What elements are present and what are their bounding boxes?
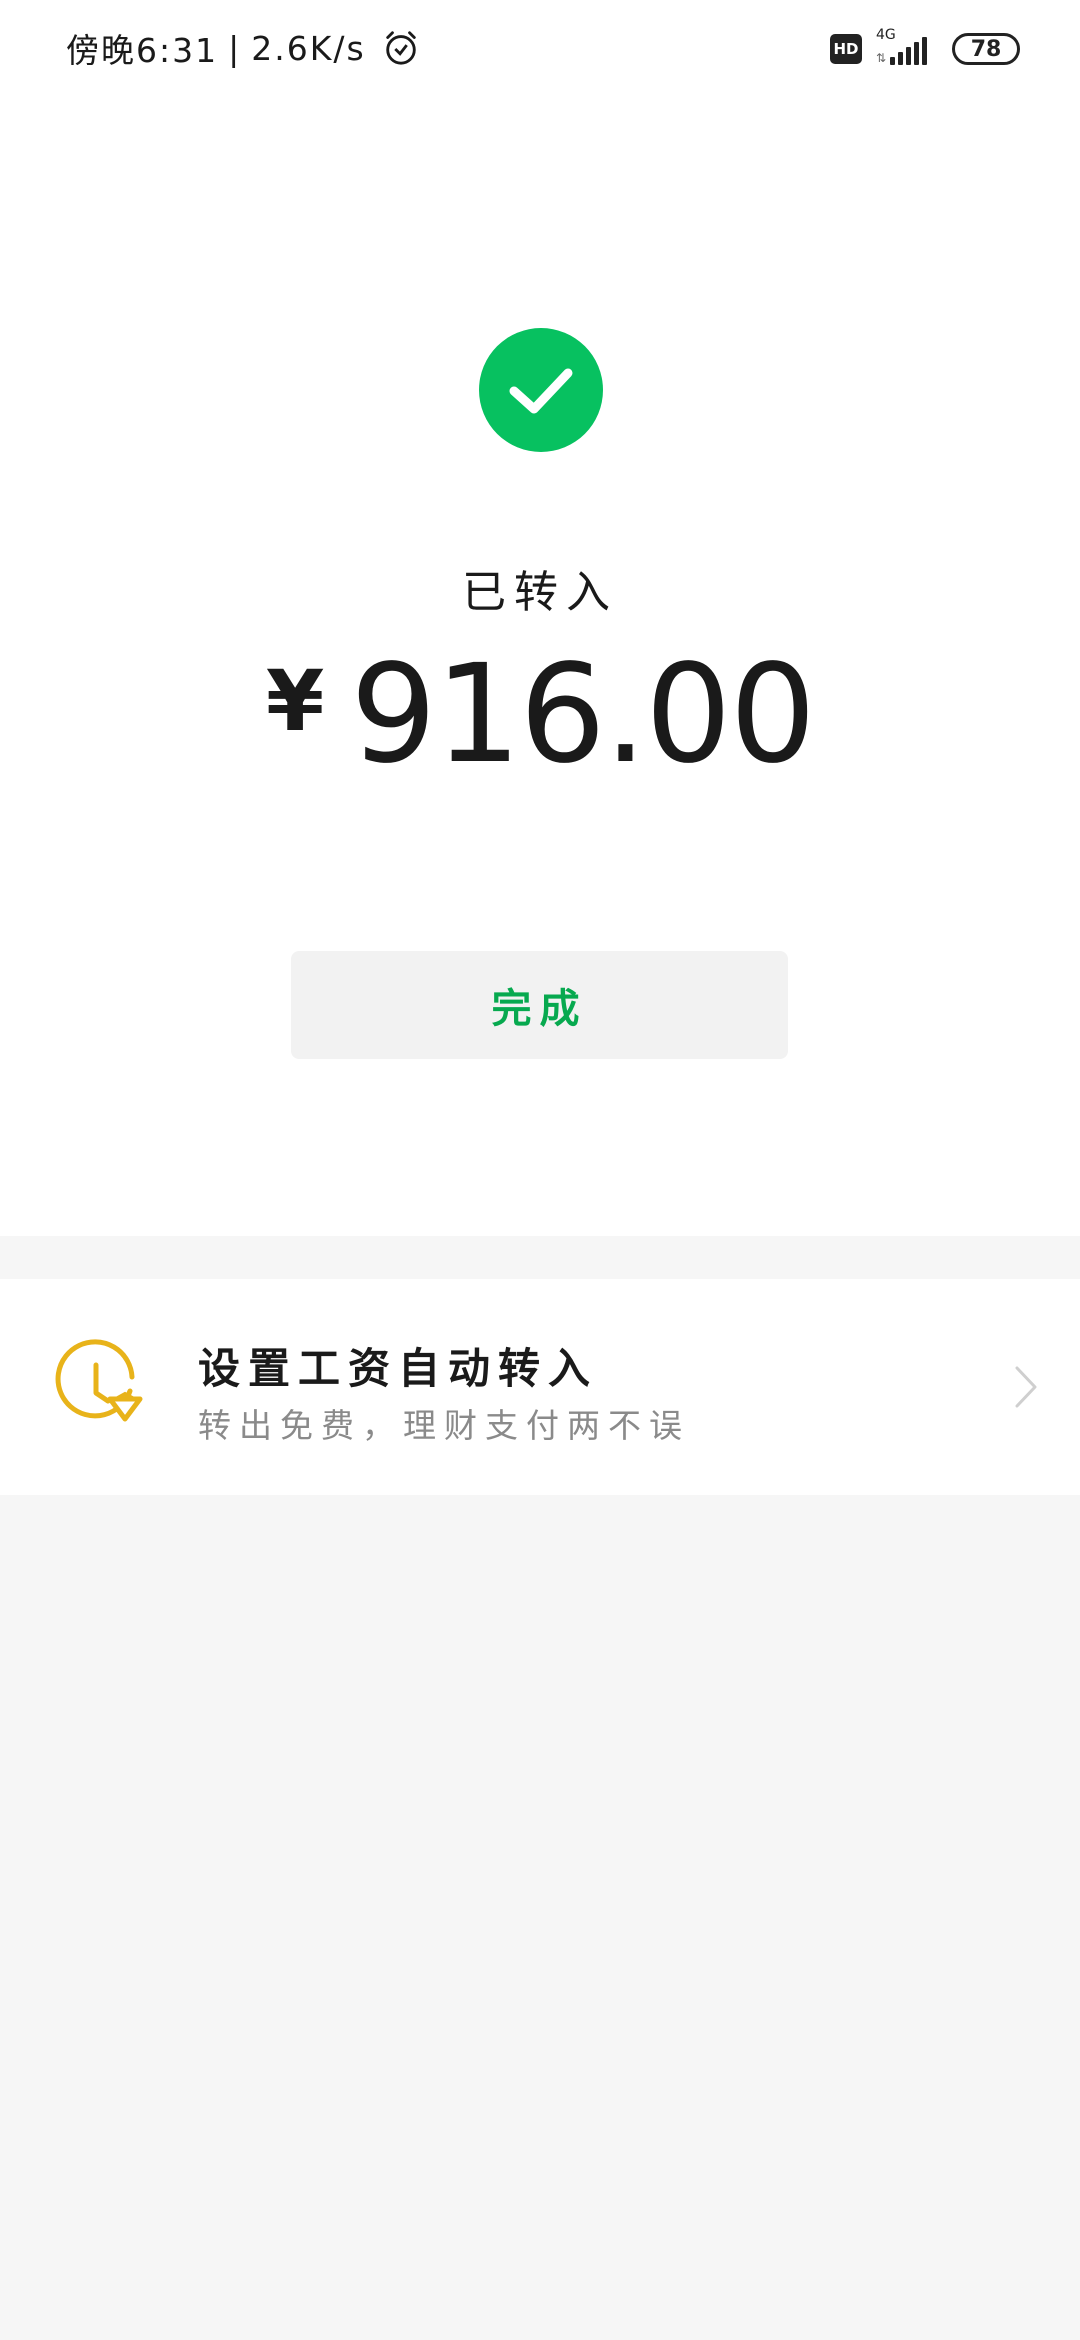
clock-icon	[55, 1339, 143, 1422]
currency-symbol: ¥	[265, 652, 325, 750]
battery-indicator: 78	[952, 33, 1020, 65]
salary-auto-transfer-entry[interactable]: 设置工资自动转入 转出免费，理财支付两不误	[0, 1279, 1080, 1495]
check-icon	[509, 368, 573, 414]
amount-display: ¥ 916.00	[0, 640, 1080, 790]
promo-subtitle: 转出免费，理财支付两不误	[198, 1406, 690, 1445]
signal-indicator: 4G ⇅	[876, 27, 938, 69]
transfer-status-text: 已转入	[462, 567, 618, 618]
status-separator: |	[228, 28, 242, 68]
status-right: HD 4G ⇅ 78	[830, 26, 1020, 72]
data-arrows-icon: ⇅	[876, 51, 887, 65]
signal-bars-icon	[890, 37, 927, 65]
result-panel: 傍晚6:31 | 2.6K/s HD 4G ⇅ 78 已转入 ¥ 916.00 …	[0, 0, 1080, 1236]
hd-badge: HD	[830, 34, 862, 64]
done-button[interactable]: 完成	[291, 951, 788, 1059]
amount-value: 916.00	[350, 636, 816, 794]
status-time: 傍晚6:31	[66, 31, 219, 70]
net-speed: 2.6K/s	[251, 28, 366, 68]
alarm-icon	[385, 31, 416, 65]
chevron-right-icon	[1015, 1366, 1037, 1408]
promo-title: 设置工资自动转入	[198, 1344, 599, 1393]
status-left: 傍晚6:31 | 2.6K/s	[66, 24, 420, 72]
success-check-icon	[479, 328, 603, 452]
status-bar: 傍晚6:31 | 2.6K/s HD 4G ⇅ 78	[0, 0, 1080, 96]
